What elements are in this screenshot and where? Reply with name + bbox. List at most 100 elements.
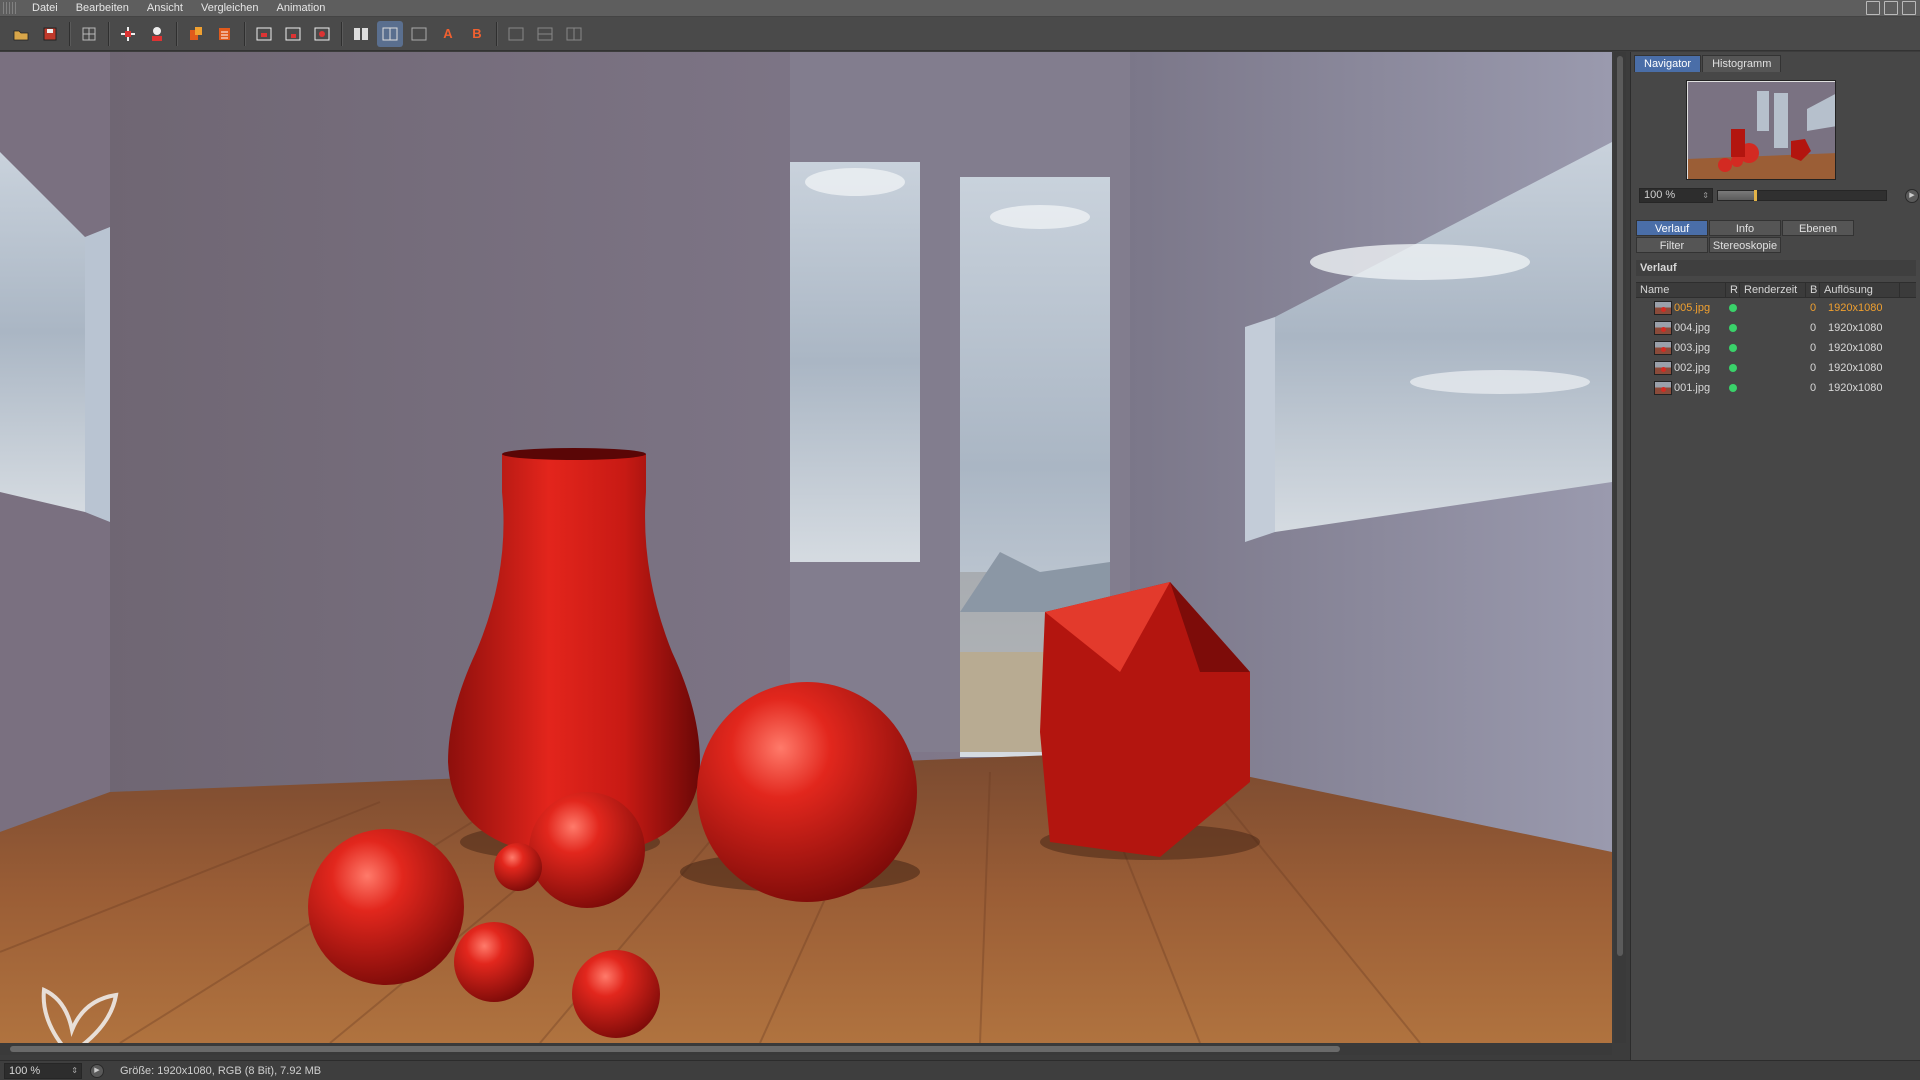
zoom-value: 100 % bbox=[9, 1064, 41, 1077]
status-dot bbox=[1729, 364, 1737, 372]
b-icon: B bbox=[472, 26, 482, 41]
a-icon: A bbox=[443, 26, 453, 41]
status-dot bbox=[1729, 384, 1737, 392]
split-icon[interactable] bbox=[1884, 1, 1898, 15]
ab-icon bbox=[411, 27, 427, 40]
person-button[interactable] bbox=[144, 21, 170, 47]
navigator-zoom-slider[interactable] bbox=[1717, 190, 1887, 201]
image-thumbnail bbox=[1654, 381, 1672, 395]
tab-histogramm[interactable]: Histogramm bbox=[1702, 55, 1782, 72]
viewport-vertical-scrollbar[interactable] bbox=[1614, 52, 1626, 1043]
toolbar-separator bbox=[244, 21, 245, 46]
menu-ansicht[interactable]: Ansicht bbox=[138, 0, 192, 17]
table-row[interactable]: 001.jpg 0 1920x1080 bbox=[1636, 378, 1916, 398]
column-r[interactable]: R bbox=[1726, 283, 1740, 297]
navigator-play-icon[interactable]: ▶ bbox=[1905, 189, 1919, 203]
a-button[interactable]: A bbox=[435, 21, 461, 47]
column-b[interactable]: B bbox=[1806, 283, 1820, 297]
layers-button[interactable] bbox=[212, 21, 238, 47]
menu-vergleichen[interactable]: Vergleichen bbox=[192, 0, 268, 17]
window-controls bbox=[1866, 1, 1916, 15]
ab-button[interactable] bbox=[406, 21, 432, 47]
render-image bbox=[0, 52, 1612, 1043]
expand-icon[interactable] bbox=[1902, 1, 1916, 15]
row-b: 0 bbox=[1809, 342, 1817, 354]
slider-fill bbox=[1718, 191, 1756, 200]
toolbar-separator bbox=[69, 21, 70, 46]
table-row[interactable]: 002.jpg 0 1920x1080 bbox=[1636, 358, 1916, 378]
viewport-horizontal-scrollbar[interactable] bbox=[0, 1043, 1612, 1055]
tab-verlauf[interactable]: Verlauf bbox=[1636, 220, 1708, 236]
open-icon bbox=[13, 30, 29, 40]
save-button[interactable] bbox=[37, 21, 63, 47]
render-icon bbox=[314, 27, 330, 40]
compare-split-icon bbox=[382, 27, 398, 40]
move-button[interactable] bbox=[115, 21, 141, 47]
column-renderzeit[interactable]: Renderzeit bbox=[1740, 283, 1806, 297]
tab-filter[interactable]: Filter bbox=[1636, 237, 1708, 253]
row-resolution: 1920x1080 bbox=[1828, 342, 1883, 354]
image-thumbnail bbox=[1654, 361, 1672, 375]
status-dot bbox=[1729, 344, 1737, 352]
tab-ebenen[interactable]: Ebenen bbox=[1782, 220, 1854, 236]
region-button[interactable] bbox=[251, 21, 277, 47]
render-viewport[interactable] bbox=[0, 52, 1612, 1043]
play-icon[interactable]: ▶ bbox=[90, 1063, 104, 1078]
navigator-frame[interactable] bbox=[1687, 81, 1835, 179]
menu-datei[interactable]: Datei bbox=[23, 0, 67, 17]
table-row[interactable]: 005.jpg 0 1920x1080 bbox=[1636, 298, 1916, 318]
b-button[interactable]: B bbox=[464, 21, 490, 47]
panel-tabs: Verlauf Info Ebenen Filter Stereoskopie bbox=[1636, 220, 1916, 254]
view3-icon bbox=[566, 27, 582, 40]
image-thumbnail bbox=[1654, 341, 1672, 355]
navigator-tabs: Navigator Histogramm bbox=[1634, 54, 1782, 72]
table-row[interactable]: 004.jpg 0 1920x1080 bbox=[1636, 318, 1916, 338]
row-resolution: 1920x1080 bbox=[1828, 382, 1883, 394]
grid-button[interactable] bbox=[76, 21, 102, 47]
tab-navigator[interactable]: Navigator bbox=[1634, 55, 1702, 72]
compare-split-button[interactable] bbox=[377, 20, 403, 47]
column-aufloesung[interactable]: Auflösung bbox=[1820, 283, 1900, 297]
scroll-thumb[interactable] bbox=[1617, 56, 1623, 956]
navigator-zoom-field[interactable]: 100 % ⇕ bbox=[1639, 188, 1713, 203]
render-button[interactable] bbox=[309, 21, 335, 47]
history-section-title: Verlauf bbox=[1636, 260, 1916, 276]
view2-icon bbox=[537, 27, 553, 40]
row-resolution: 1920x1080 bbox=[1828, 362, 1883, 374]
image-thumbnail bbox=[1654, 301, 1672, 315]
compare-ab-button[interactable] bbox=[348, 21, 374, 47]
toolbar-separator bbox=[341, 21, 342, 46]
image-thumbnail bbox=[1654, 321, 1672, 335]
view3-button[interactable] bbox=[561, 21, 587, 47]
copy-icon bbox=[190, 26, 202, 40]
region-alt-button[interactable] bbox=[280, 21, 306, 47]
row-resolution: 1920x1080 bbox=[1828, 322, 1883, 334]
toolbar: A B bbox=[0, 17, 1920, 51]
side-panel: Navigator Histogramm 100 % ⇕ ▶ Verlauf In… bbox=[1630, 52, 1920, 1060]
row-b: 0 bbox=[1809, 382, 1817, 394]
table-row[interactable]: 003.jpg 0 1920x1080 bbox=[1636, 338, 1916, 358]
column-name[interactable]: Name bbox=[1636, 283, 1726, 297]
menu-bearbeiten[interactable]: Bearbeiten bbox=[67, 0, 138, 17]
scroll-thumb[interactable] bbox=[10, 1046, 1340, 1052]
region-alt-icon bbox=[285, 27, 301, 40]
open-button[interactable] bbox=[8, 21, 34, 47]
history-table: Name R Renderzeit B Auflösung 005.jpg 0 … bbox=[1636, 282, 1916, 398]
copy-button[interactable] bbox=[183, 21, 209, 47]
tab-stereoskopie[interactable]: Stereoskopie bbox=[1709, 237, 1781, 253]
layout-icon[interactable] bbox=[1866, 1, 1880, 15]
slider-knob[interactable] bbox=[1754, 190, 1758, 201]
menu-animation[interactable]: Animation bbox=[267, 0, 334, 17]
toolbar-separator bbox=[108, 21, 109, 46]
view1-button[interactable] bbox=[503, 21, 529, 47]
navigator-preview[interactable] bbox=[1686, 80, 1836, 180]
watermark-logo bbox=[41, 987, 119, 1052]
updown-icon: ⇕ bbox=[71, 1065, 78, 1075]
toolbar-separator bbox=[496, 21, 497, 46]
zoom-select[interactable]: 100 % ⇕ bbox=[4, 1062, 82, 1079]
row-resolution: 1920x1080 bbox=[1828, 302, 1883, 314]
navigator-zoom-value: 100 % bbox=[1644, 189, 1676, 201]
status-dot bbox=[1729, 304, 1737, 312]
view2-button[interactable] bbox=[532, 21, 558, 47]
tab-info[interactable]: Info bbox=[1709, 220, 1781, 236]
